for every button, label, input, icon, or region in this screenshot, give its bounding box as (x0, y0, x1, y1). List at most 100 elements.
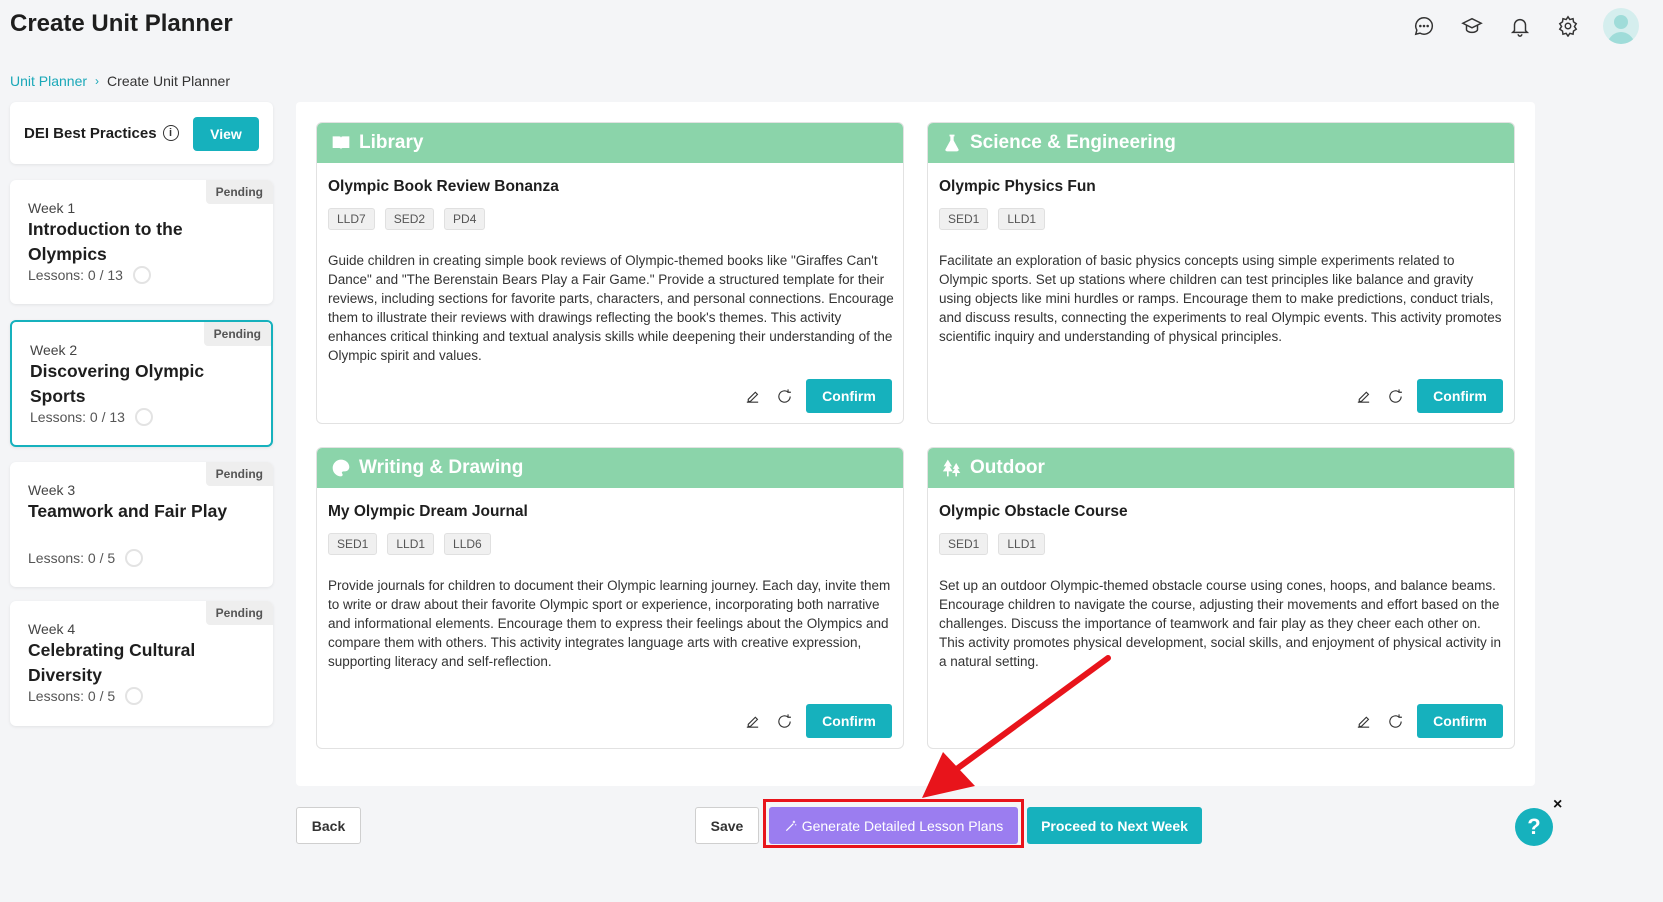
progress-ring-icon (134, 408, 153, 426)
activity-category: Writing & Drawing (359, 457, 524, 478)
activity-description: Set up an outdoor Olympic-themed obstacl… (939, 578, 1501, 669)
activity-tags: SED1 LLD1 (939, 208, 1046, 230)
flask-icon (945, 134, 959, 152)
standard-tag: LLD6 (444, 533, 491, 555)
refresh-icon[interactable] (1385, 386, 1405, 406)
chevron-right-icon: › (95, 74, 100, 88)
refresh-icon[interactable] (774, 711, 794, 731)
trees-icon (942, 459, 961, 477)
help-button[interactable]: ? (1515, 808, 1553, 846)
standard-tag: LLD7 (328, 208, 375, 230)
gear-icon[interactable] (1555, 13, 1581, 39)
standard-tag: SED2 (384, 208, 435, 230)
standard-tag: SED1 (328, 533, 378, 555)
activity-category: Library (359, 132, 424, 153)
refresh-icon[interactable] (1385, 711, 1405, 731)
dei-best-practices-card: DEI Best Practices i View (10, 102, 273, 164)
standard-tag: LLD1 (998, 208, 1046, 230)
activity-category: Science & Engineering (970, 132, 1176, 153)
activity-actions: Confirm (1353, 704, 1503, 738)
week-title: Teamwork and Fair Play (28, 501, 228, 521)
standard-tag: LLD1 (387, 533, 435, 555)
activity-card-outdoor: Outdoor Olympic Obstacle Course SED1 LLD… (927, 447, 1515, 749)
activity-description: Facilitate an exploration of basic physi… (939, 253, 1502, 344)
progress-ring-icon (125, 549, 144, 567)
edit-icon[interactable] (742, 711, 762, 731)
lessons-count: Lessons: 0 / 13 (28, 267, 123, 283)
magic-wand-icon (785, 820, 796, 831)
activity-tags: SED1 LLD1 (939, 533, 1046, 555)
activity-category: Outdoor (970, 457, 1045, 478)
breadcrumb-current: Create Unit Planner (107, 73, 230, 89)
edit-icon[interactable] (1353, 711, 1373, 731)
activity-header: Science & Engineering (928, 123, 1514, 163)
breadcrumb: Unit Planner › Create Unit Planner (10, 73, 230, 89)
activity-title: My Olympic Dream Journal (328, 503, 528, 520)
standard-tag: PD4 (444, 208, 486, 230)
activity-description: Guide children in creating simple book r… (328, 253, 894, 363)
page-title: Create Unit Planner (10, 10, 233, 37)
activity-description: Provide journals for children to documen… (328, 578, 891, 669)
breadcrumb-unit-planner-link[interactable]: Unit Planner (10, 73, 87, 89)
chat-icon[interactable] (1411, 13, 1437, 39)
week-card-3[interactable]: Pending Week 3 Teamwork and Fair Play Le… (10, 462, 273, 587)
save-button[interactable]: Save (695, 807, 759, 844)
lessons-count: Lessons: 0 / 13 (30, 409, 125, 425)
close-icon[interactable]: × (1553, 796, 1562, 814)
header-icons (1411, 8, 1639, 44)
info-icon[interactable]: i (162, 125, 179, 141)
week-card-2[interactable]: Pending Week 2 Discovering Olympic Sport… (10, 320, 273, 447)
activities-panel: Library Olympic Book Review Bonanza LLD7… (296, 102, 1535, 786)
week-number: Week 2 (30, 342, 78, 358)
generate-label: Generate Detailed Lesson Plans (801, 817, 1004, 834)
edit-icon[interactable] (742, 386, 762, 406)
progress-ring-icon (125, 687, 144, 705)
status-badge: Pending (205, 462, 273, 486)
status-badge: Pending (203, 322, 271, 346)
dei-label: DEI Best Practices (24, 124, 157, 142)
week-title: Discovering Olympic Sports (30, 361, 205, 406)
top-bar: Create Unit Planner (0, 0, 1663, 60)
activity-header: Writing & Drawing (317, 448, 903, 488)
confirm-button[interactable]: Confirm (806, 704, 892, 738)
standard-tag: LLD1 (998, 533, 1046, 555)
status-badge: Pending (205, 180, 273, 204)
week-number: Week 3 (28, 482, 76, 498)
week-card-4[interactable]: Pending Week 4 Celebrating Cultural Dive… (10, 601, 273, 726)
avatar[interactable] (1603, 8, 1639, 44)
activity-card-science-engineering: Science & Engineering Olympic Physics Fu… (927, 122, 1515, 424)
week-number: Week 4 (28, 621, 76, 637)
standard-tag: SED1 (939, 208, 989, 230)
dei-view-button[interactable]: View (193, 117, 259, 151)
activity-header: Library (317, 123, 903, 163)
standard-tag: SED1 (939, 533, 989, 555)
lessons-count: Lessons: 0 / 5 (28, 550, 116, 566)
edit-icon[interactable] (1353, 386, 1373, 406)
activity-card-writing-drawing: Writing & Drawing My Olympic Dream Journ… (316, 447, 904, 749)
week-lessons: Lessons: 0 / 13 (28, 266, 151, 284)
refresh-icon[interactable] (774, 386, 794, 406)
book-icon (332, 136, 350, 150)
graduation-cap-icon[interactable] (1459, 13, 1485, 39)
confirm-button[interactable]: Confirm (806, 379, 892, 413)
lessons-count: Lessons: 0 / 5 (28, 688, 116, 704)
palette-icon (332, 459, 350, 477)
activity-actions: Confirm (742, 704, 892, 738)
status-badge: Pending (205, 601, 273, 625)
bell-icon[interactable] (1507, 13, 1533, 39)
activity-tags: SED1 LLD1 LLD6 (328, 533, 491, 555)
activity-tags: LLD7 SED2 PD4 (328, 208, 486, 230)
proceed-next-week-button[interactable]: Proceed to Next Week (1027, 807, 1202, 844)
week-lessons: Lessons: 0 / 5 (28, 549, 144, 567)
activity-actions: Confirm (1353, 379, 1503, 413)
week-lessons: Lessons: 0 / 5 (28, 687, 144, 705)
confirm-button[interactable]: Confirm (1417, 704, 1503, 738)
activity-title: Olympic Obstacle Course (939, 503, 1128, 520)
week-card-1[interactable]: Pending Week 1 Introduction to the Olymp… (10, 180, 273, 304)
week-title: Introduction to the Olympics (28, 219, 183, 264)
generate-lesson-plans-button[interactable]: Generate Detailed Lesson Plans (769, 807, 1018, 844)
back-button[interactable]: Back (296, 807, 361, 844)
week-number: Week 1 (28, 200, 76, 216)
confirm-button[interactable]: Confirm (1417, 379, 1503, 413)
activity-header: Outdoor (928, 448, 1514, 488)
